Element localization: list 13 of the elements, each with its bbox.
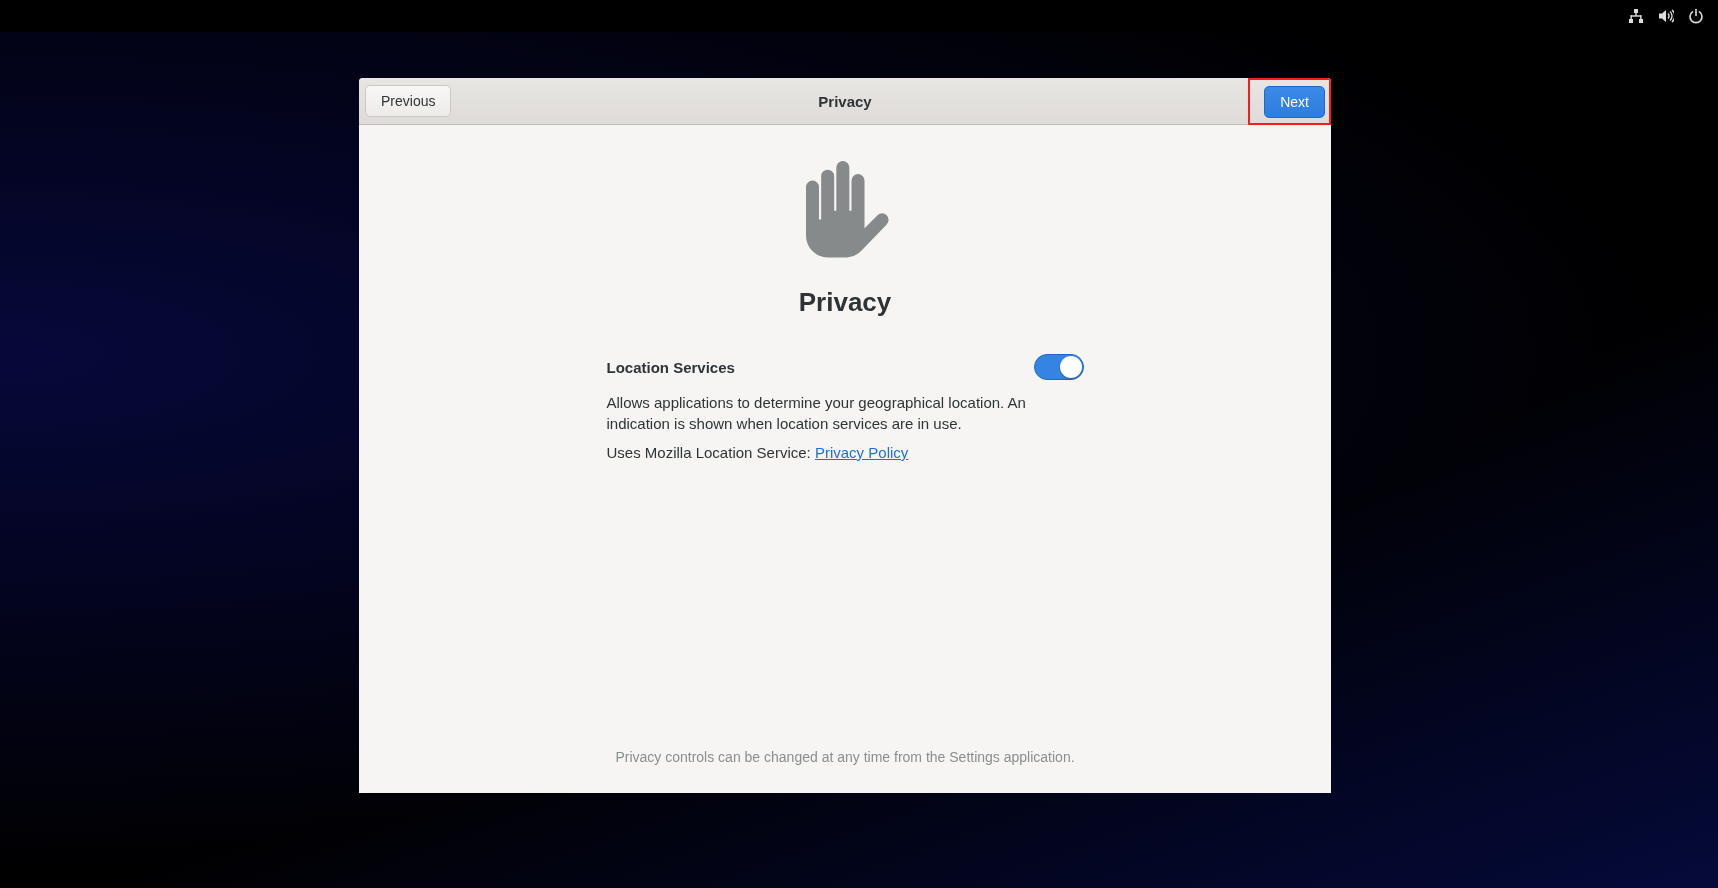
provider-text: Uses Mozilla Location Service: Privacy Policy [606,443,910,463]
location-services-label: Location Services [606,358,735,376]
location-description: Allows applications to determine your geographical location. An indication is shown when location services are in use. [606,393,1027,434]
window-title: Privacy [818,92,872,110]
next-button[interactable]: Next [1264,85,1325,118]
network-icon[interactable] [1628,8,1644,24]
location-toggle[interactable] [1033,354,1084,380]
volume-icon[interactable] [1658,8,1674,24]
privacy-policy-link[interactable]: Privacy Policy [814,444,909,461]
power-icon[interactable] [1688,8,1704,24]
footer-note: Privacy controls can be changed at any time from the Settings application. [615,749,1075,765]
page-heading: Privacy [798,287,892,318]
previous-button[interactable]: Previous [365,85,452,117]
